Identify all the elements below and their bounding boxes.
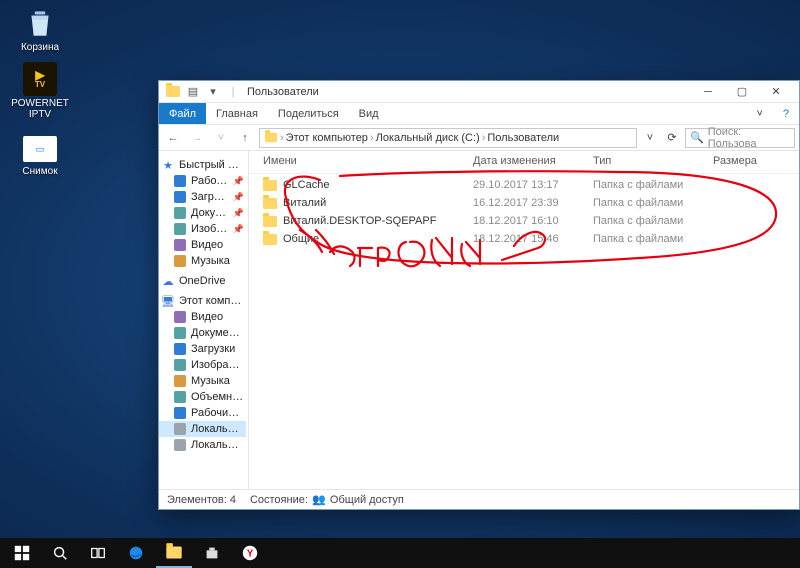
pin-icon: 📌 (233, 208, 244, 219)
tree-item[interactable]: Видео (159, 237, 246, 253)
pin-icon: 📌 (233, 176, 244, 187)
desktop-icon-iptv[interactable]: ▶TV POWERNET IPTV (10, 62, 70, 120)
nav-back-button[interactable]: ← (163, 128, 183, 148)
tree-item[interactable]: Видео (159, 309, 246, 325)
iptv-icon: ▶TV (23, 62, 57, 96)
col-type[interactable]: Тип (593, 155, 713, 167)
minimize-button[interactable]: ─ (691, 81, 725, 103)
tree-onedrive[interactable]: ☁OneDrive (159, 273, 246, 289)
tree-item[interactable]: Документы (159, 325, 246, 341)
recycle-bin-label: Корзина (10, 42, 70, 53)
maximize-button[interactable]: ▢ (725, 81, 759, 103)
pin-icon: 📌 (233, 192, 244, 203)
tab-file[interactable]: Файл (159, 103, 206, 124)
nav-tree[interactable]: ★Быстрый доступ Рабочий стол📌Загрузки📌До… (159, 151, 249, 489)
address-bar: ← → ˅ ↑ › Этот компьютер › Локальный дис… (159, 125, 799, 151)
cloud-icon: ☁ (161, 274, 175, 288)
nav-recent-button[interactable]: ˅ (211, 128, 231, 148)
nav-forward-button[interactable]: → (187, 128, 207, 148)
taskbar-store-icon[interactable] (194, 538, 230, 568)
tree-item[interactable]: Музыка (159, 373, 246, 389)
status-count: Элементов: 4 (167, 494, 236, 506)
pin-icon: 📌 (233, 224, 244, 235)
status-state-value: Общий доступ (330, 494, 404, 506)
crumb-users[interactable]: Пользователи (487, 132, 559, 144)
task-view-icon[interactable] (80, 538, 116, 568)
recycle-bin-icon (23, 6, 57, 40)
desktop-icon-snapshot[interactable]: ▭ Снимок (10, 130, 70, 177)
ribbon-tabs: Файл Главная Поделиться Вид ˅ ? (159, 103, 799, 125)
taskbar-edge-icon[interactable] (118, 538, 154, 568)
tree-this-pc[interactable]: 🖥Этот компьютер (159, 293, 246, 309)
folder-icon (263, 234, 277, 245)
tree-quick-access[interactable]: ★Быстрый доступ (159, 157, 246, 173)
folder-icon (263, 180, 277, 191)
ribbon-expand-icon[interactable]: ˅ (746, 103, 772, 124)
pc-icon: 🖥 (161, 294, 175, 308)
address-dropdown-icon[interactable]: ˅ (641, 129, 659, 147)
snapshot-icon: ▭ (23, 130, 57, 164)
taskbar-explorer-icon[interactable] (156, 538, 192, 568)
folder-icon (263, 198, 277, 209)
tree-item[interactable]: Рабочий стол📌 (159, 173, 246, 189)
crumb-disk[interactable]: Локальный диск (C:) (376, 132, 480, 144)
search-icon: 🔍 (690, 131, 704, 144)
taskbar-yandex-icon[interactable]: Y (232, 538, 268, 568)
titlebar[interactable]: ▤ ▾ | Пользователи ─ ▢ ✕ (159, 81, 799, 103)
search-input[interactable]: 🔍 Поиск: Пользова (685, 128, 795, 148)
explorer-window: ▤ ▾ | Пользователи ─ ▢ ✕ Файл Главная По… (158, 80, 800, 510)
column-headers[interactable]: Имени Дата изменения Тип Размера (249, 151, 799, 174)
tree-item[interactable]: Объемные объекты (159, 389, 246, 405)
file-row[interactable]: Виталий16.12.2017 23:39Папка с файлами (263, 194, 799, 212)
star-icon: ★ (161, 158, 175, 172)
tab-view[interactable]: Вид (349, 103, 389, 124)
close-button[interactable]: ✕ (759, 81, 793, 103)
search-placeholder: Поиск: Пользова (708, 126, 790, 150)
share-icon: 👥 (312, 493, 326, 507)
file-row[interactable]: Виталий.DESKTOP-SQEPAPF18.12.2017 16:10П… (263, 212, 799, 230)
col-date[interactable]: Дата изменения (473, 155, 593, 167)
tree-item[interactable]: Загрузки📌 (159, 189, 246, 205)
col-name[interactable]: Имени (263, 155, 473, 167)
status-bar: Элементов: 4 Состояние: 👥 Общий доступ (159, 489, 799, 509)
col-size[interactable]: Размера (713, 155, 793, 167)
folder-icon (263, 216, 277, 227)
file-row[interactable]: GLCache29.10.2017 13:17Папка с файлами (263, 176, 799, 194)
snapshot-label: Снимок (10, 166, 70, 177)
tree-item[interactable]: Музыка (159, 253, 246, 269)
crumb-pc[interactable]: Этот компьютер (286, 132, 368, 144)
tree-item[interactable]: Документы📌 (159, 205, 246, 221)
tree-item[interactable]: Изображения📌 (159, 221, 246, 237)
titlebar-separator: | (225, 84, 241, 100)
tab-share[interactable]: Поделиться (268, 103, 349, 124)
file-row[interactable]: Общие18.12.2017 15:46Папка с файлами (263, 230, 799, 248)
tree-item[interactable]: Изображения (159, 357, 246, 373)
folder-icon (165, 84, 181, 100)
status-state-label: Состояние: (250, 494, 308, 506)
file-list: Имени Дата изменения Тип Размера GLCache… (249, 151, 799, 489)
tree-item[interactable]: Локальный диск (159, 437, 246, 453)
desktop-icon-recycle-bin[interactable]: Корзина (10, 6, 70, 53)
help-icon[interactable]: ? (773, 103, 799, 124)
refresh-icon[interactable]: ⟳ (663, 129, 681, 147)
start-button[interactable] (4, 538, 40, 568)
taskbar-search-icon[interactable] (42, 538, 78, 568)
tree-item[interactable]: Рабочий стол (159, 405, 246, 421)
qat-properties-icon[interactable]: ▤ (185, 84, 201, 100)
folder-icon (265, 133, 277, 142)
iptv-label: POWERNET IPTV (10, 98, 70, 120)
window-title: Пользователи (247, 86, 685, 98)
tree-item[interactable]: Локальный диск (159, 421, 246, 437)
qat-dropdown-icon[interactable]: ▾ (205, 84, 221, 100)
tree-item[interactable]: Загрузки (159, 341, 246, 357)
svg-text:Y: Y (247, 549, 254, 560)
taskbar: Y (0, 538, 800, 568)
tab-home[interactable]: Главная (206, 103, 268, 124)
nav-up-button[interactable]: ↑ (235, 128, 255, 148)
breadcrumb[interactable]: › Этот компьютер › Локальный диск (C:) ›… (259, 128, 637, 148)
